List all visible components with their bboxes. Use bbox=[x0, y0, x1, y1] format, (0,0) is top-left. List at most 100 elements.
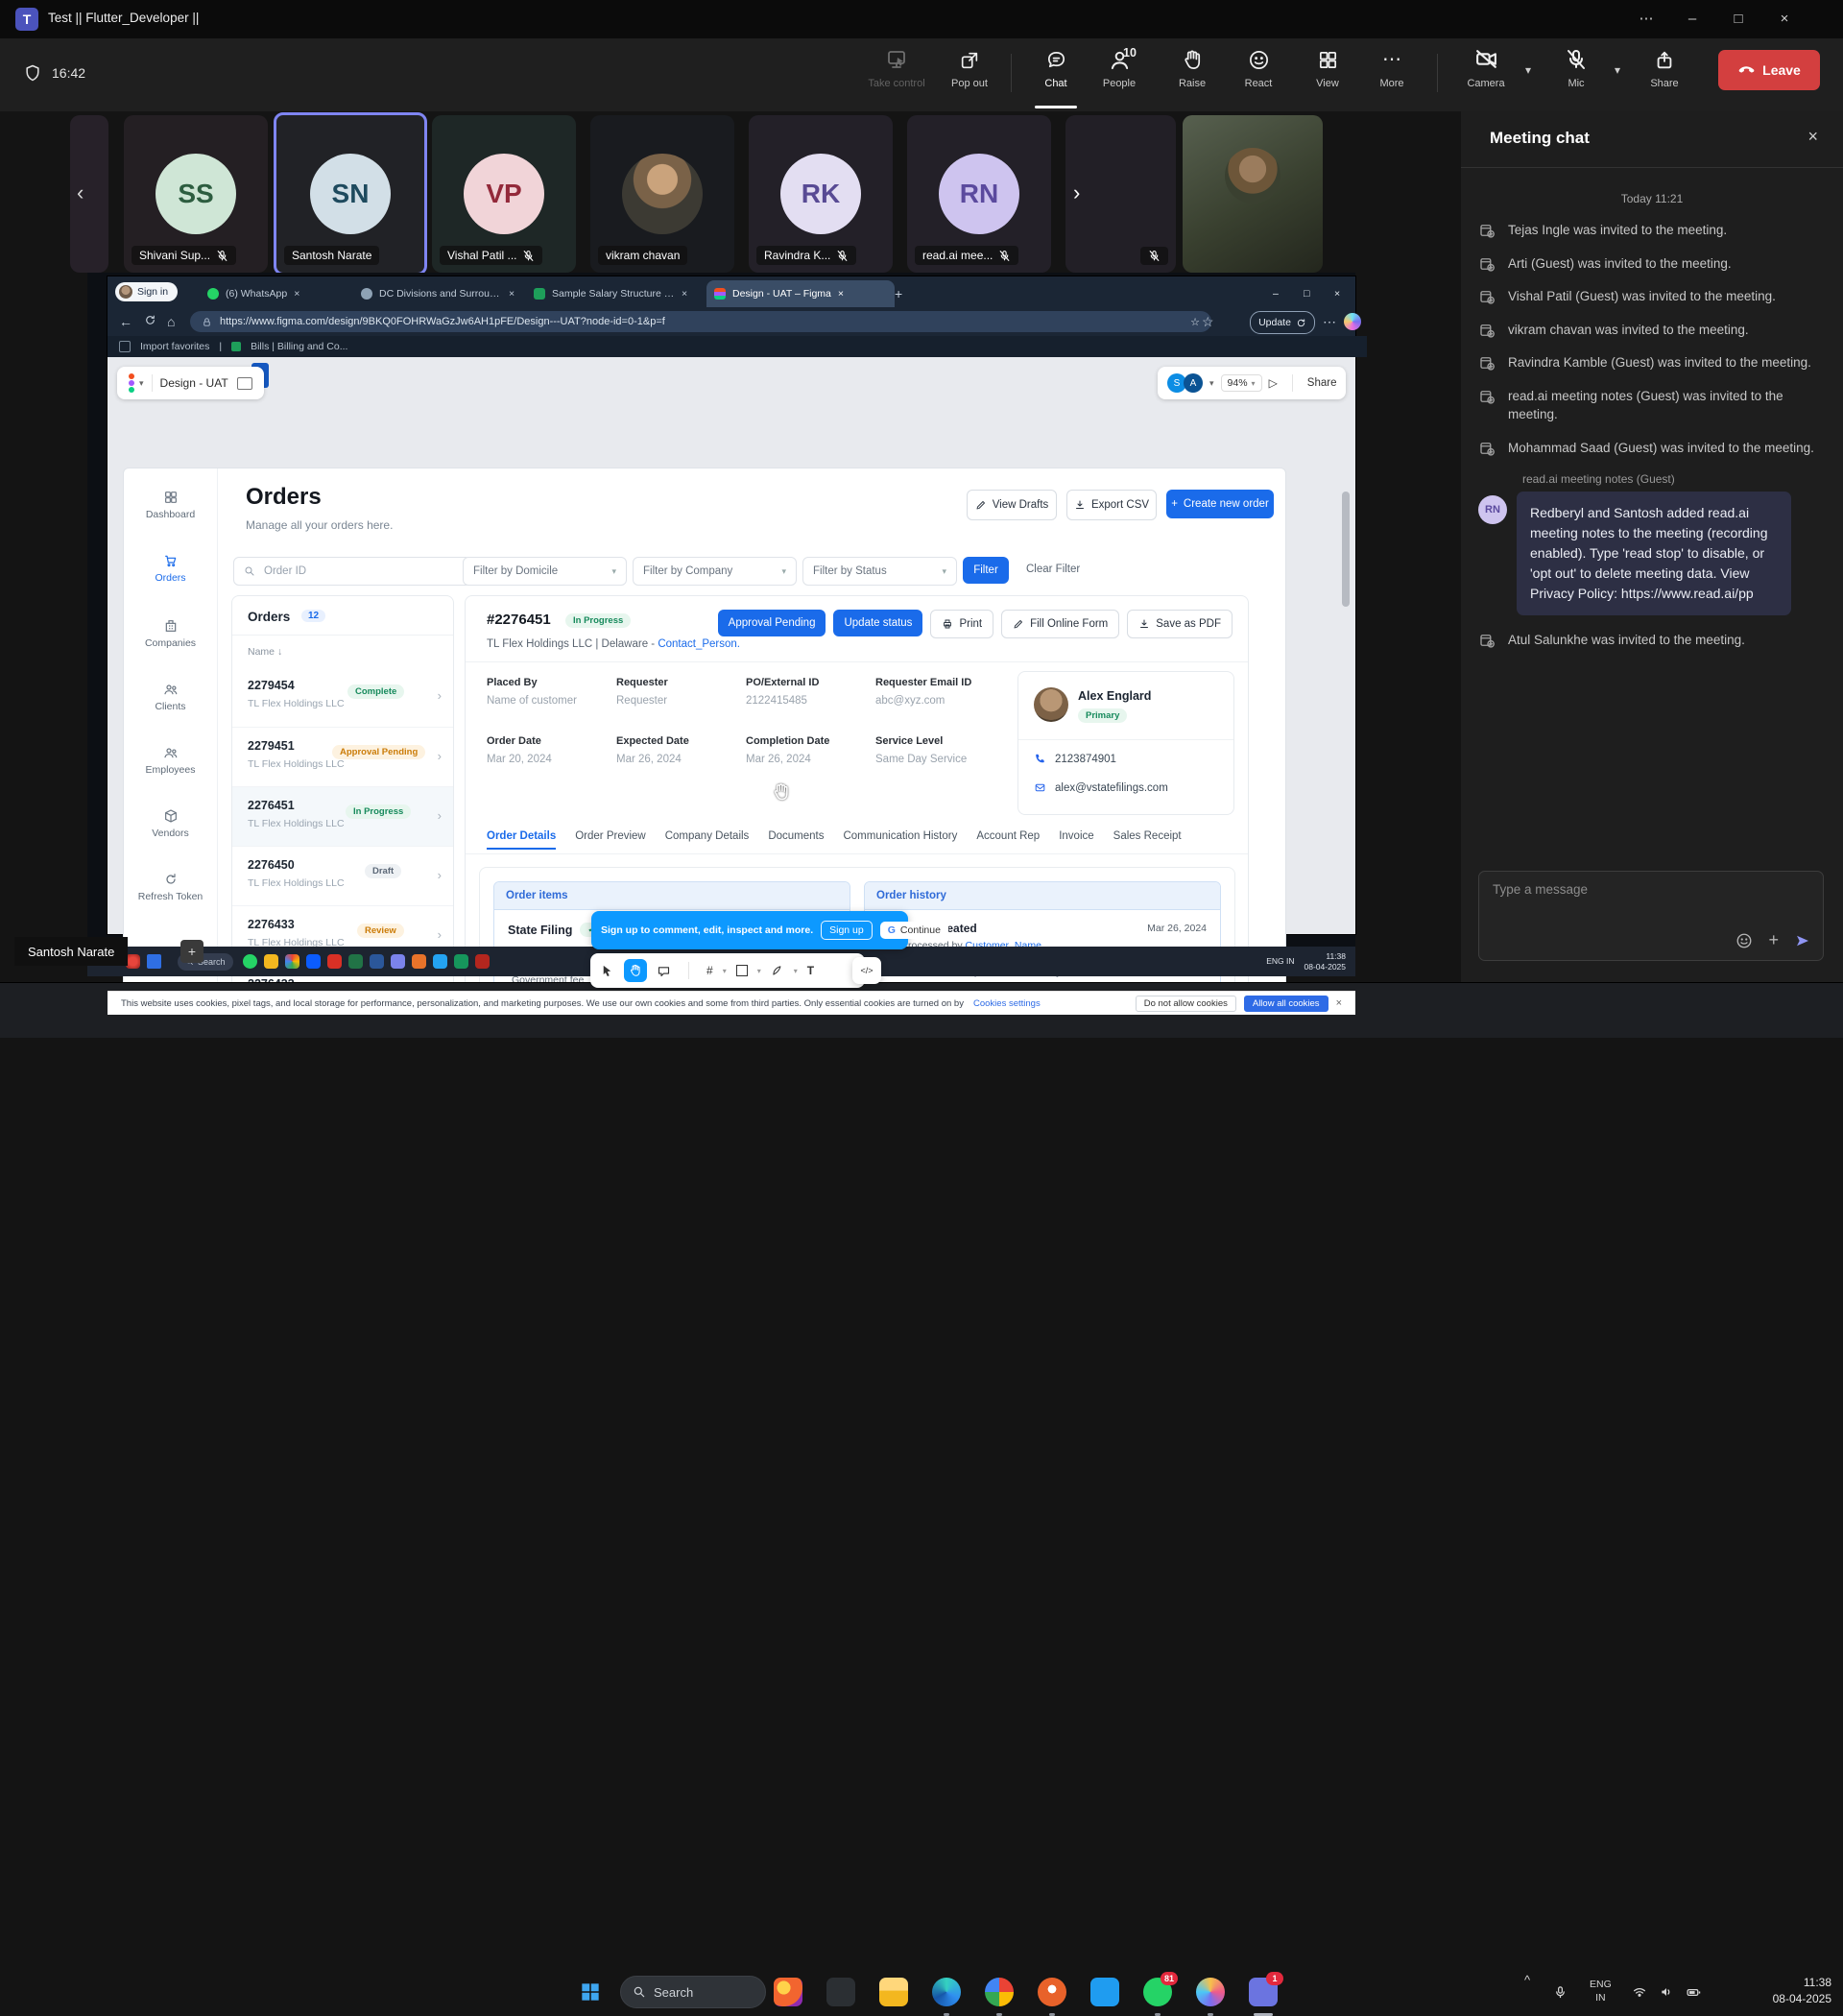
layout-panel-icon[interactable] bbox=[237, 377, 252, 390]
tab-close-icon[interactable]: × bbox=[509, 288, 515, 300]
tab-account-rep[interactable]: Account Rep bbox=[976, 830, 1040, 850]
filter-company-dropdown[interactable]: Filter by Company▾ bbox=[633, 557, 797, 586]
comment-tool-icon[interactable] bbox=[657, 964, 671, 978]
browser-tab-sheet[interactable]: Sample Salary Structure with calc × bbox=[526, 280, 712, 307]
file-explorer-icon[interactable] bbox=[879, 1978, 908, 2006]
chrome-icon[interactable] bbox=[285, 954, 299, 969]
import-favorites-link[interactable]: Import favorites bbox=[140, 341, 209, 352]
collaborators-chevron-icon[interactable]: ▾ bbox=[1209, 378, 1214, 389]
clock[interactable]: 11:38 08-04-2025 bbox=[1739, 1975, 1831, 2008]
participant-tile[interactable]: SS Shivani Sup... bbox=[124, 115, 268, 273]
address-bar[interactable]: https://www.figma.com/design/9BKQ0FOHRWa… bbox=[190, 311, 1211, 332]
figma-file-name[interactable]: Design - UAT bbox=[160, 376, 228, 390]
pop-out-button[interactable]: Pop out bbox=[935, 46, 1004, 89]
camera-dropdown-icon[interactable]: ▾ bbox=[1525, 63, 1531, 77]
sheets-icon[interactable] bbox=[454, 954, 468, 969]
sidebar-item-vendors[interactable]: Vendors bbox=[124, 808, 217, 839]
chat-input-box[interactable]: + bbox=[1478, 871, 1824, 961]
browser-profile-button[interactable]: Sign in bbox=[115, 282, 178, 301]
tab-close-icon[interactable]: × bbox=[294, 288, 299, 300]
take-control-button[interactable]: Take control bbox=[862, 46, 931, 89]
new-tab-button[interactable]: + bbox=[887, 280, 910, 307]
sidebar-item-refresh-token[interactable]: Refresh Token bbox=[124, 872, 217, 902]
whatsapp-icon[interactable]: 81 bbox=[1143, 1978, 1172, 2006]
window-more-icon[interactable]: ⋯ bbox=[1624, 0, 1668, 38]
tab-communication-history[interactable]: Communication History bbox=[843, 830, 957, 850]
battery-icon[interactable] bbox=[1686, 1984, 1702, 2001]
language-indicator[interactable]: ENGIN bbox=[1590, 1979, 1612, 2004]
tab-order-preview[interactable]: Order Preview bbox=[575, 830, 646, 850]
tab-sales-receipt[interactable]: Sales Receipt bbox=[1113, 830, 1182, 850]
approval-pending-button[interactable]: Approval Pending bbox=[718, 610, 826, 636]
scroll-right-icon[interactable]: › bbox=[1073, 180, 1080, 205]
window-maximize-button[interactable]: □ bbox=[1716, 0, 1760, 38]
tab-documents[interactable]: Documents bbox=[768, 830, 824, 850]
browser-maximize-button[interactable]: □ bbox=[1296, 280, 1317, 307]
pen-tool-icon[interactable] bbox=[771, 964, 784, 977]
collaborator-avatar-a[interactable]: A bbox=[1184, 373, 1203, 393]
contact-phone-row[interactable]: 2123874901 bbox=[1034, 753, 1116, 765]
browser-close-button[interactable]: × bbox=[1327, 280, 1348, 307]
contact-email-row[interactable]: alex@vstatefilings.com bbox=[1034, 781, 1168, 794]
add-overlay-button[interactable]: + bbox=[180, 940, 203, 963]
update-button[interactable]: Update bbox=[1250, 311, 1315, 334]
participant-tile-spotlight[interactable] bbox=[1183, 115, 1323, 273]
people-button[interactable]: 10 People bbox=[1085, 46, 1154, 89]
zoom-level-dropdown[interactable]: 94%▾ bbox=[1221, 374, 1262, 392]
word-icon[interactable] bbox=[370, 954, 384, 969]
tab-order-details[interactable]: Order Details bbox=[487, 830, 556, 850]
teams-icon[interactable] bbox=[391, 954, 405, 969]
update-status-button[interactable]: Update status bbox=[833, 610, 922, 636]
text-tool-icon[interactable]: T bbox=[807, 964, 814, 977]
browser-tab-whatsap[interactable]: (6) WhatsApp × bbox=[200, 280, 359, 307]
brave-icon[interactable] bbox=[1038, 1978, 1066, 2006]
export-csv-button[interactable]: Export CSV bbox=[1066, 490, 1157, 520]
participant-tile[interactable]: RK Ravindra K... bbox=[749, 115, 893, 273]
filter-button[interactable]: Filter bbox=[963, 557, 1009, 584]
leave-button[interactable]: Leave bbox=[1718, 50, 1820, 90]
view-drafts-button[interactable]: View Drafts bbox=[967, 490, 1057, 520]
participant-tile-partial-left[interactable] bbox=[70, 115, 108, 273]
volume-icon[interactable] bbox=[1659, 1984, 1674, 2000]
order-id-input[interactable] bbox=[262, 564, 429, 578]
window-close-button[interactable]: × bbox=[1762, 0, 1807, 38]
tab-invoice[interactable]: Invoice bbox=[1059, 830, 1093, 850]
whatsapp-icon[interactable] bbox=[243, 954, 257, 969]
participant-tile-partial-right[interactable] bbox=[1065, 115, 1176, 273]
participant-tile[interactable]: vikram chavan bbox=[590, 115, 734, 273]
hand-tool-selected[interactable] bbox=[624, 959, 647, 982]
back-icon[interactable]: ← bbox=[119, 314, 132, 329]
tab-company-details[interactable]: Company Details bbox=[665, 830, 750, 850]
order-row-selected[interactable]: 2276451TL Flex Holdings LLC In Progress … bbox=[232, 786, 453, 847]
canvas-scrollbar[interactable] bbox=[1342, 492, 1350, 607]
copilot-icon[interactable] bbox=[1344, 313, 1361, 330]
create-new-order-button[interactable]: + Create new order bbox=[1166, 490, 1274, 518]
chrome-icon[interactable] bbox=[985, 1978, 1014, 2006]
folder-icon[interactable] bbox=[264, 954, 278, 969]
colorful-app-icon[interactable] bbox=[1196, 1978, 1225, 2006]
emoji-icon[interactable] bbox=[1735, 932, 1753, 949]
tray-mic-icon[interactable] bbox=[1553, 1985, 1568, 2000]
excel-icon[interactable] bbox=[348, 954, 363, 969]
sidebar-item-clients[interactable]: Clients bbox=[124, 682, 217, 712]
google-continue-button[interactable]: G Continue bbox=[880, 922, 948, 939]
order-row[interactable]: 2279454TL Flex Holdings LLC Complete › bbox=[232, 667, 453, 727]
browser-tab-dc-divisions[interactable]: DC Divisions and Surroundings × bbox=[353, 280, 532, 307]
filter-status-dropdown[interactable]: Filter by Status▾ bbox=[802, 557, 957, 586]
favorite-star-icon[interactable]: ☆ bbox=[1190, 316, 1200, 328]
figma-menu-chevron-icon[interactable]: ▾ bbox=[139, 378, 144, 389]
edge-icon[interactable] bbox=[932, 1978, 961, 2006]
message-bubble[interactable]: Redberyl and Santosh added read.ai meeti… bbox=[1517, 492, 1791, 615]
sidebar-item-employees[interactable]: Employees bbox=[124, 745, 217, 776]
deny-cookies-button[interactable]: Do not allow cookies bbox=[1136, 996, 1236, 1012]
save-as-pdf-button[interactable]: Save as PDF bbox=[1127, 610, 1233, 638]
attach-plus-icon[interactable]: + bbox=[1768, 930, 1779, 950]
firefox-icon[interactable] bbox=[774, 1978, 802, 2006]
browser-essentials-icon[interactable]: ☆ bbox=[1202, 314, 1214, 330]
raise-hand-button[interactable]: Raise bbox=[1158, 46, 1227, 89]
wifi-icon[interactable] bbox=[1632, 1984, 1647, 2000]
more-button[interactable]: ⋯ More bbox=[1357, 46, 1426, 89]
sign-up-button[interactable]: Sign up bbox=[821, 921, 873, 940]
chat-close-icon[interactable]: × bbox=[1807, 127, 1818, 147]
chat-button[interactable]: Chat bbox=[1021, 46, 1090, 89]
